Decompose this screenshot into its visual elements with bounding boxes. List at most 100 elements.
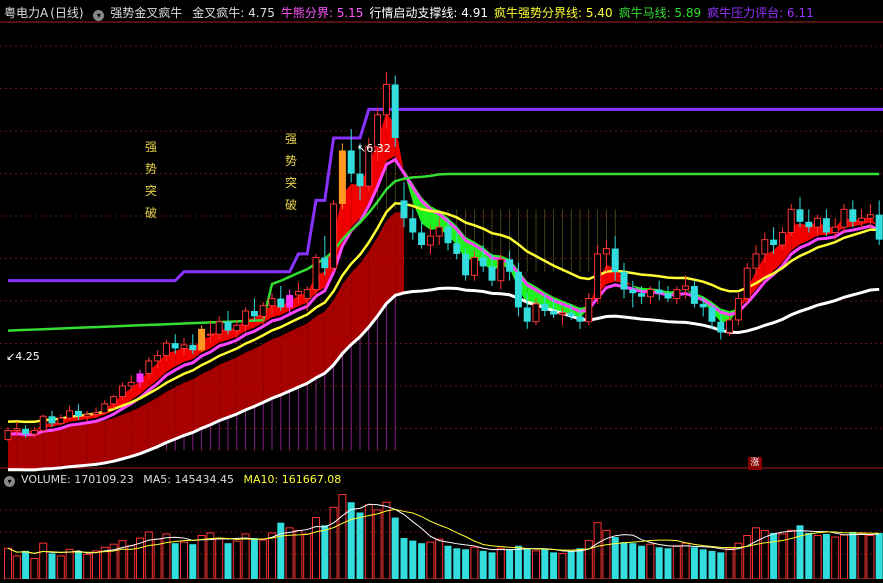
candle-body xyxy=(831,226,839,234)
candle-body xyxy=(611,248,619,272)
candle-body xyxy=(400,200,408,219)
volume-bar xyxy=(708,550,716,579)
candle-body xyxy=(849,209,857,222)
support-band-segment xyxy=(69,424,79,467)
volume-bar xyxy=(470,546,479,580)
candle-body xyxy=(154,355,162,362)
ma10-label: MA10 xyxy=(243,473,275,486)
low-price-label: ↙4.25 xyxy=(6,350,40,363)
candle-body xyxy=(330,203,338,269)
volume-bar xyxy=(664,548,672,579)
candle-body xyxy=(215,321,223,335)
support-band-segment xyxy=(113,414,123,462)
volume-bar xyxy=(672,545,681,580)
support-band-segment xyxy=(78,423,88,466)
support-band-segment xyxy=(236,352,246,414)
volume-bar xyxy=(127,545,136,580)
volume-bar xyxy=(523,548,531,579)
volume-bar xyxy=(717,552,725,579)
candle-body xyxy=(655,289,663,294)
candle-body xyxy=(101,403,109,414)
support-band-segment xyxy=(184,379,193,436)
support-band-segment xyxy=(228,357,237,418)
candle-body xyxy=(567,312,575,317)
rise-badge[interactable]: 涨 xyxy=(748,457,762,470)
breakout-char: 破 xyxy=(144,206,157,220)
indicator-item-1: 牛熊分界: 5.15 xyxy=(280,6,364,20)
volume-bar xyxy=(303,533,312,580)
candle-body xyxy=(127,381,135,387)
support-band-segment xyxy=(166,387,176,443)
candle-body xyxy=(426,235,434,246)
candle-body xyxy=(180,344,188,349)
volume-bar xyxy=(30,558,39,580)
candle-body xyxy=(74,410,82,417)
volume-bar xyxy=(83,553,92,580)
support-band-segment xyxy=(104,418,114,463)
candle-body xyxy=(259,305,267,317)
pressure-line-purple xyxy=(8,107,883,283)
support-band-segment xyxy=(122,411,132,459)
volume-bar xyxy=(259,539,268,580)
volume-bar xyxy=(373,509,382,580)
volume-bar xyxy=(532,550,540,580)
breakout-char: 破 xyxy=(284,198,297,212)
candle-body xyxy=(602,248,610,255)
settings-icon[interactable]: ▾ xyxy=(93,10,105,21)
indicator-item-2: 行情启动支撑线: 4.91 xyxy=(369,6,488,20)
candle-body xyxy=(224,321,232,331)
volume-bar xyxy=(655,547,663,579)
volume-bar xyxy=(760,529,769,580)
support-band-segment xyxy=(219,361,228,421)
volume-bar xyxy=(725,547,734,580)
candle-body xyxy=(541,303,549,312)
volume-bar xyxy=(514,545,522,579)
candle-body xyxy=(435,226,443,237)
volume-bar xyxy=(770,532,778,579)
volume-bar xyxy=(321,525,329,579)
candle-body xyxy=(57,417,65,424)
period-label: (日线) xyxy=(50,6,84,20)
indicator-name[interactable]: 强势金叉疯牛 xyxy=(110,6,182,20)
volume-bar xyxy=(743,535,752,580)
trend-fill-segment xyxy=(351,183,360,228)
trend-fill-segment xyxy=(175,347,184,367)
volume-bar xyxy=(875,532,883,579)
high-price-label: ↖6.32 xyxy=(357,142,391,155)
support-band-segment xyxy=(360,251,369,337)
candle-body xyxy=(48,416,56,424)
volume-bar xyxy=(356,512,364,579)
candle-body xyxy=(391,84,399,138)
volume-bar xyxy=(488,552,496,579)
candle-body xyxy=(303,289,311,300)
candle-body xyxy=(796,209,804,222)
volume-settings-icon[interactable]: ▾ xyxy=(4,476,15,487)
candle-body xyxy=(347,150,355,174)
support-band-segment xyxy=(386,212,396,304)
volume-bar xyxy=(382,501,391,580)
candle-body xyxy=(453,243,461,254)
volume-bar xyxy=(12,555,21,580)
volume-bar xyxy=(180,541,188,580)
volume-bar xyxy=(840,534,848,580)
symbol-name[interactable]: 粤电力A xyxy=(4,6,48,20)
ma10-value: 161667.08 xyxy=(281,473,342,486)
candle-body xyxy=(594,253,602,300)
volume-bar xyxy=(277,522,285,579)
volume-bar xyxy=(189,544,197,579)
candle-body xyxy=(162,342,170,357)
candle-body xyxy=(664,293,672,299)
volume-bar xyxy=(224,543,232,579)
candle-body xyxy=(22,428,30,435)
support-band-segment xyxy=(368,236,378,328)
chart-stage xyxy=(0,0,883,580)
candle-body xyxy=(277,298,285,308)
volume-bar xyxy=(831,536,840,580)
support-band-segment xyxy=(289,327,299,391)
support-band-segment xyxy=(324,300,334,374)
volume-bar xyxy=(584,540,593,580)
candle-body xyxy=(787,208,795,234)
volume-bar xyxy=(558,552,567,580)
support-band-segment xyxy=(60,425,70,468)
candle-body xyxy=(638,293,646,297)
